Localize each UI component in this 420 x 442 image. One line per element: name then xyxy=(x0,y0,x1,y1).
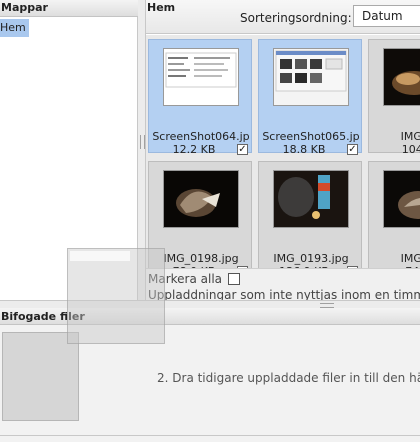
file-tile[interactable]: ScreenShot065.jp 18.8 KB ✓ xyxy=(258,39,362,156)
drag-ghost xyxy=(67,248,165,344)
file-thumbnail xyxy=(163,48,239,106)
file-thumbnail xyxy=(383,170,420,228)
horizontal-splitter[interactable] xyxy=(0,300,420,308)
file-name: IMG_0193.jpg xyxy=(273,252,349,265)
file-size: 12.2 KB xyxy=(172,143,216,156)
folders-header: Mappar xyxy=(0,0,138,17)
current-folder-title: Hem xyxy=(147,1,176,14)
file-checkbox[interactable]: ✓ xyxy=(347,144,358,155)
file-grid: ScreenShot064.jp 12.2 KB ✓ ScreenShot065… xyxy=(146,35,420,297)
splitter-grip-icon xyxy=(140,135,145,149)
file-thumbnail xyxy=(383,48,420,106)
attachment-drop-zone[interactable] xyxy=(2,332,79,421)
file-name: ScreenShot064.jp xyxy=(152,130,250,143)
file-tile[interactable]: IMG_0193.jpg 136.9 KB xyxy=(258,161,362,278)
attachments-panel: Bifogade filer 2. Dra tidigare uppladdad… xyxy=(0,308,420,442)
file-thumbnail xyxy=(163,170,239,228)
file-tile[interactable]: IMG_02 104. xyxy=(368,39,420,156)
file-tile[interactable]: ScreenShot064.jp 12.2 KB ✓ xyxy=(148,39,252,156)
file-size: 104. xyxy=(401,143,420,156)
folder-item-hem[interactable]: Hem xyxy=(0,19,29,37)
sort-label: Sorteringsordning: xyxy=(240,11,352,25)
file-thumbnail xyxy=(273,170,349,228)
files-header: Hem Sorteringsordning: Datum xyxy=(146,0,420,34)
divider xyxy=(0,435,420,436)
sort-select[interactable]: Datum xyxy=(353,5,420,27)
file-name: IMG_02 xyxy=(400,130,420,143)
attachments-hint: 2. Dra tidigare uppladdade filer in till… xyxy=(157,371,420,385)
mark-all-checkbox[interactable] xyxy=(228,273,240,285)
grid-footer: Markera alla Uppladdningar som inte nytt… xyxy=(146,268,420,302)
drag-ghost-preview xyxy=(70,251,130,261)
file-name: ScreenShot065.jp xyxy=(262,130,360,143)
file-thumbnail xyxy=(273,48,349,106)
file-name: IMG_01 xyxy=(400,252,420,265)
file-tile[interactable]: IMG_01 74. xyxy=(368,161,420,278)
file-size: 18.8 KB xyxy=(282,143,326,156)
file-checkbox[interactable]: ✓ xyxy=(237,144,248,155)
attachments-header: Bifogade filer xyxy=(0,308,420,325)
